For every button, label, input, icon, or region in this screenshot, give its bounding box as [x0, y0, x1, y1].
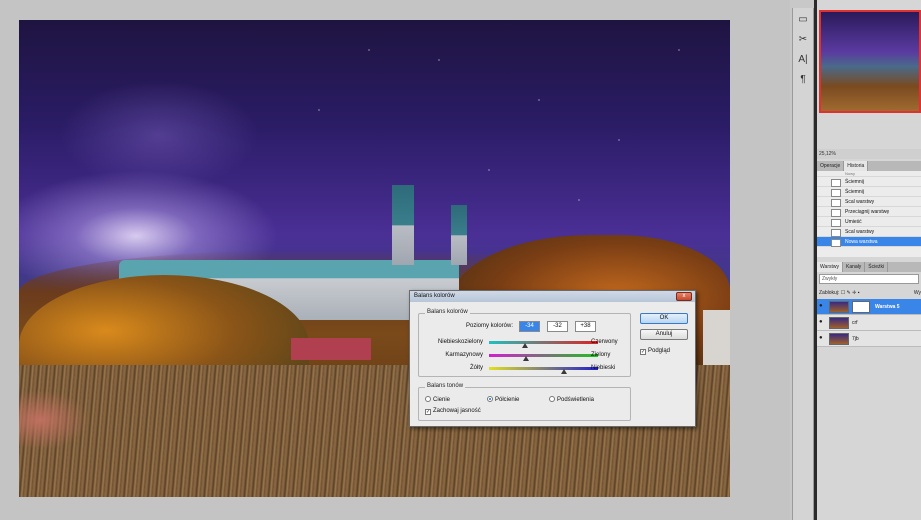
layer-row[interactable]: ● crf [817, 315, 921, 331]
paragraph-icon[interactable]: ¶ [794, 72, 812, 88]
history-tabs: Operacje Historia [817, 161, 921, 171]
radio-icon [487, 396, 493, 402]
history-item[interactable]: Nowa warstwa [817, 237, 921, 247]
color-balance-group: Balans kolorów Poziomy kolorów: -34 -32 … [418, 309, 632, 377]
navigator-thumbnail[interactable] [819, 10, 921, 113]
layers-list: ● Warstwa 5 ● crf ● 7jb [817, 299, 921, 347]
preview-checkbox[interactable]: ✓ Podgląd [640, 348, 670, 355]
tone-midtones-radio[interactable]: Półcienie [487, 396, 519, 403]
tone-highlights-label: Podświetlenia [557, 397, 595, 403]
document-canvas-area[interactable]: Balans kolorów x Balans kolorów Poziomy … [0, 0, 790, 520]
history-item[interactable]: Przeciągnij warstwę [817, 207, 921, 217]
tone-shadows-radio[interactable]: Cienie [425, 396, 450, 403]
layer-name: 7jb [852, 336, 859, 342]
slider-right-label: Zielony [591, 352, 611, 358]
tab-layers[interactable]: Warstwy [817, 262, 843, 272]
tone-balance-group: Balans tonów Cienie Półcienie Podświetle… [418, 383, 631, 421]
tools-icon[interactable]: ✂ [794, 32, 812, 48]
history-item[interactable]: Scal warstwy [817, 227, 921, 237]
slider-track[interactable] [489, 367, 598, 370]
level-magenta-green-input[interactable]: -32 [547, 321, 568, 332]
color-slider-row: Karmazynowy Zielony [419, 351, 632, 361]
layer-name: Warstwa 5 [875, 304, 900, 310]
slider-track[interactable] [489, 354, 598, 357]
lock-row: Zablokuj: ☐ ✎ ✛ ▪ Wy [819, 288, 921, 298]
preserve-luminosity-checkbox[interactable]: ✓ Zachowaj jasność [425, 408, 481, 415]
close-icon[interactable]: x [676, 292, 692, 301]
tab-actions[interactable]: Operacje [817, 161, 845, 171]
eye-icon[interactable]: ● [819, 319, 826, 326]
color-slider-row: Niebieskozielony Czerwony [419, 338, 632, 348]
slider-track[interactable] [489, 341, 598, 344]
eye-icon[interactable]: ● [819, 335, 826, 342]
level-yellow-blue-input[interactable]: +38 [575, 321, 596, 332]
history-list: Nowy Ściemnij Ściemnij Scal warstwy Przecią… [817, 171, 921, 257]
layer-thumbnail [829, 317, 849, 329]
blend-mode-select[interactable]: Zwykły [819, 274, 919, 284]
history-item[interactable]: Umieść [817, 217, 921, 227]
photo-house-right [703, 310, 730, 370]
color-levels-label: Poziomy kolorów: [465, 323, 513, 329]
tab-channels[interactable]: Kanały [843, 262, 866, 272]
photo-red-roof [291, 338, 371, 360]
opacity-label: Wy [913, 290, 921, 296]
layer-thumbnail [829, 301, 849, 313]
history-item[interactable]: Ściemnij [817, 177, 921, 187]
ok-button[interactable]: OK [640, 313, 688, 324]
tone-highlights-radio[interactable]: Podświetlenia [549, 396, 594, 403]
slider-handle-icon[interactable] [523, 356, 530, 361]
tone-midtones-label: Półcienie [495, 397, 520, 403]
radio-icon [425, 396, 431, 402]
color-levels-row: Poziomy kolorów: -34 -32 +38 [419, 321, 632, 333]
slider-left-label: Niebieskozielony [437, 339, 483, 345]
layer-row[interactable]: ● Warstwa 5 [817, 299, 921, 315]
navigator-zoom[interactable]: 25,12% [817, 149, 921, 159]
photo-path [19, 390, 89, 450]
photo-tower-main [392, 185, 414, 265]
layer-mask-thumbnail[interactable] [852, 301, 870, 313]
level-cyan-red-input[interactable]: -34 [519, 321, 540, 332]
dialog-titlebar[interactable]: Balans kolorów x [410, 291, 695, 302]
layer-thumbnail [829, 333, 849, 345]
layer-name: crf [852, 320, 858, 326]
panel-toolstrip: ▭ ✂ A| ¶ [792, 8, 814, 520]
check-icon: ✓ [425, 409, 431, 415]
tone-shadows-label: Cienie [433, 397, 451, 403]
cancel-button[interactable]: Anuluj [640, 329, 688, 340]
preview-label: Podgląd [648, 348, 671, 354]
history-item[interactable]: Scal warstwy [817, 197, 921, 207]
dialog-title: Balans kolorów [414, 293, 455, 299]
preserve-luminosity-label: Zachowaj jasność [433, 408, 481, 414]
color-balance-dialog: Balans kolorów x Balans kolorów Poziomy … [409, 290, 696, 427]
layers-tabs: Warstwy Kanały Ścieżki [817, 262, 921, 272]
tab-history[interactable]: Historia [844, 161, 869, 171]
lock-icons[interactable]: ☐ ✎ ✛ ▪ [841, 290, 860, 296]
tab-paths[interactable]: Ścieżki [865, 262, 889, 272]
slider-right-label: Czerwony [591, 339, 618, 345]
tone-balance-group-label: Balans tonów [425, 383, 466, 389]
lock-label: Zablokuj: [819, 290, 840, 296]
layer-row[interactable]: ● 7jb [817, 331, 921, 347]
eye-icon[interactable]: ● [819, 303, 826, 310]
photo-tower-side [451, 205, 467, 265]
color-slider-row: Żółty Niebieski [419, 364, 632, 374]
slider-right-label: Niebieski [591, 365, 616, 371]
radio-icon [549, 396, 555, 402]
history-item[interactable]: Ściemnij [817, 187, 921, 197]
slider-left-label: Żółty [469, 365, 483, 371]
character-icon[interactable]: A| [794, 52, 812, 68]
slider-left-label: Karmazynowy [445, 352, 483, 358]
navigator-toggle-icon[interactable]: ▭ [794, 12, 812, 28]
right-panels: 25,12% Operacje Historia Nowy Ściemnij Śc… [817, 0, 921, 520]
slider-handle-icon[interactable] [521, 343, 528, 348]
check-icon: ✓ [640, 349, 646, 355]
color-balance-group-label: Balans kolorów [425, 309, 470, 315]
slider-handle-icon[interactable] [561, 369, 568, 374]
